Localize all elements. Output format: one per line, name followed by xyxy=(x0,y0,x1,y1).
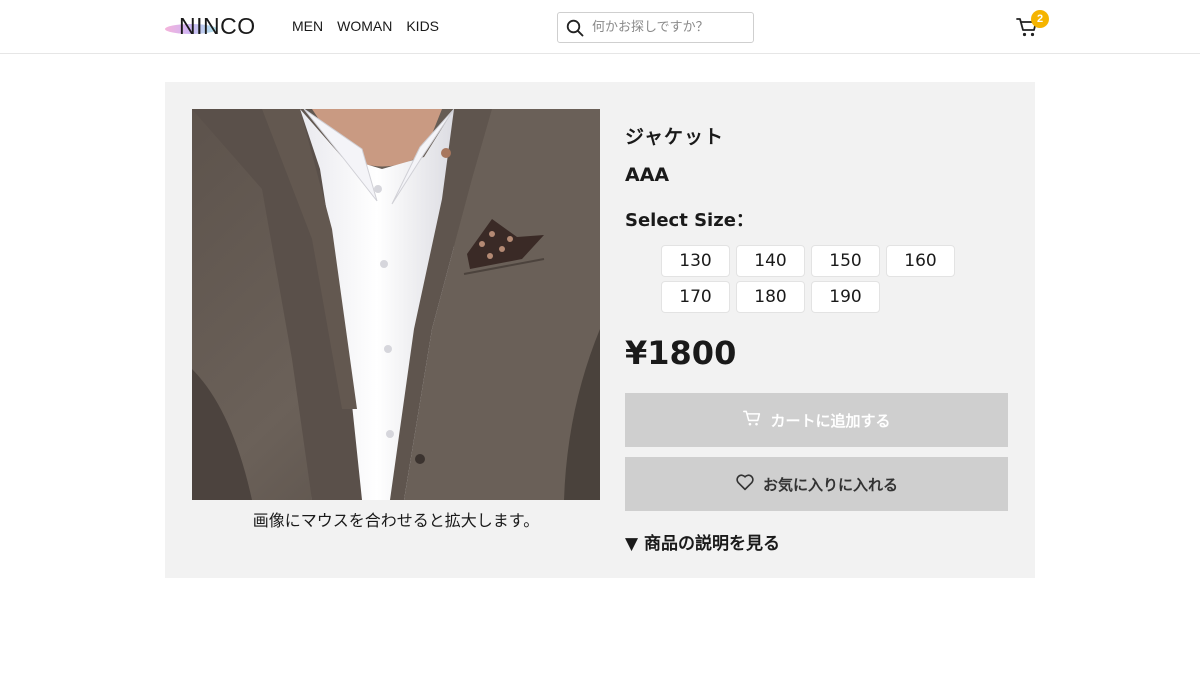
heart-icon xyxy=(735,473,755,495)
nav-item-men[interactable]: MEN xyxy=(292,18,323,34)
add-to-favorites-button[interactable]: お気に入りに入れる xyxy=(625,457,1008,511)
search-icon[interactable] xyxy=(558,13,592,42)
site-logo[interactable]: NINCO xyxy=(165,12,265,44)
site-header: NINCO MEN WOMAN KIDS 2 xyxy=(0,0,1200,54)
cart-count-badge: 2 xyxy=(1031,10,1049,28)
nav-item-woman[interactable]: WOMAN xyxy=(337,18,392,34)
jacket-illustration xyxy=(192,109,600,500)
size-option-190[interactable]: 190 xyxy=(811,281,880,313)
nav-item-kids[interactable]: KIDS xyxy=(406,18,439,34)
product-panel: 画像にマウスを合わせると拡大します。 ジャケット AAA Select Size… xyxy=(165,82,1035,578)
size-options: 130 140 150 160 170 180 190 xyxy=(661,245,961,313)
cart-icon xyxy=(742,409,762,431)
size-option-160[interactable]: 160 xyxy=(886,245,955,277)
image-zoom-caption: 画像にマウスを合わせると拡大します。 xyxy=(252,511,540,530)
size-option-150[interactable]: 150 xyxy=(811,245,880,277)
size-option-130[interactable]: 130 xyxy=(661,245,730,277)
search-input[interactable] xyxy=(592,14,747,41)
product-brand: AAA xyxy=(625,164,670,186)
add-to-cart-label: カートに追加する xyxy=(770,411,891,430)
size-option-140[interactable]: 140 xyxy=(736,245,805,277)
logo-text: NINCO xyxy=(179,13,256,39)
description-toggle[interactable]: ▼ 商品の説明を見る xyxy=(625,529,780,554)
product-title: ジャケット xyxy=(625,126,725,148)
product-image[interactable] xyxy=(192,109,600,500)
size-option-170[interactable]: 170 xyxy=(661,281,730,313)
size-option-180[interactable]: 180 xyxy=(736,281,805,313)
add-to-cart-button[interactable]: カートに追加する xyxy=(625,393,1008,447)
size-label: Select Size： xyxy=(625,210,754,231)
favorite-label: お気に入りに入れる xyxy=(762,475,898,494)
main-nav: MEN WOMAN KIDS xyxy=(292,18,439,34)
search-box xyxy=(557,12,754,43)
product-price: ¥1800 xyxy=(625,334,737,372)
